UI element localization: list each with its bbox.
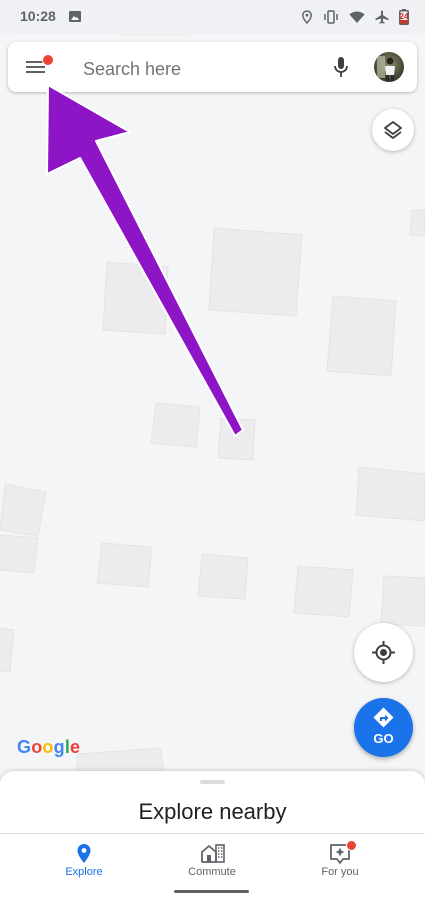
airplane-icon xyxy=(375,10,389,24)
status-bar: 10:28 24 xyxy=(0,0,425,34)
tab-for-you-label: For you xyxy=(321,866,359,878)
go-button[interactable]: GO xyxy=(354,698,413,757)
map-canvas[interactable] xyxy=(0,0,425,902)
menu-notification-dot xyxy=(42,54,54,66)
google-logo-letter: o xyxy=(31,737,43,757)
image-icon xyxy=(69,11,81,22)
tab-explore-label: Explore xyxy=(65,866,103,878)
avatar[interactable] xyxy=(374,52,404,82)
google-logo-letter: e xyxy=(70,737,81,757)
google-logo: Google xyxy=(17,737,80,758)
status-time: 10:28 xyxy=(20,8,56,24)
active-tab-indicator xyxy=(174,890,249,893)
layers-button[interactable] xyxy=(372,109,414,151)
svg-text:24: 24 xyxy=(400,12,409,21)
google-logo-letter: o xyxy=(42,737,54,757)
avatar-photo xyxy=(377,56,395,81)
vibrate-icon xyxy=(324,10,338,24)
sheet-drag-handle[interactable] xyxy=(200,780,225,784)
wifi-icon xyxy=(349,11,365,23)
google-logo-letter: G xyxy=(17,737,32,757)
my-location-icon xyxy=(372,641,395,664)
search-input[interactable] xyxy=(81,56,315,82)
for-you-notification-dot xyxy=(346,840,357,851)
my-location-button[interactable] xyxy=(354,623,413,682)
battery-icon: 24 xyxy=(399,9,409,25)
explore-pin-icon xyxy=(77,844,91,863)
tab-for-you[interactable]: For you xyxy=(280,834,400,903)
explore-sheet[interactable]: Explore nearby xyxy=(0,771,425,833)
tab-commute-label: Commute xyxy=(188,866,236,878)
go-label: GO xyxy=(373,731,394,746)
layers-icon xyxy=(384,121,402,139)
mic-icon[interactable] xyxy=(330,55,352,79)
google-logo-letter: g xyxy=(53,737,65,757)
sheet-title: Explore nearby xyxy=(138,799,287,824)
status-icons: 24 xyxy=(301,8,409,26)
search-bar[interactable] xyxy=(8,42,417,92)
directions-icon xyxy=(373,707,394,728)
commute-icon xyxy=(201,844,225,863)
tab-explore[interactable]: Explore xyxy=(24,834,144,903)
location-icon xyxy=(302,10,312,24)
